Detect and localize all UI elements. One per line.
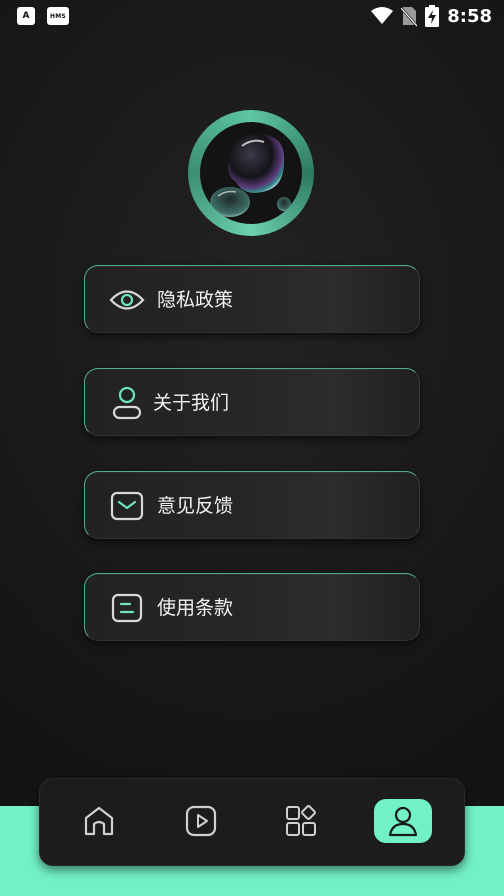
menu-item-terms[interactable]: 使用条款 — [84, 573, 420, 641]
apps-grid-icon — [286, 805, 316, 836]
eye-icon — [107, 280, 147, 320]
document-icon — [107, 588, 147, 628]
bottom-nav — [39, 778, 465, 866]
nav-home[interactable] — [70, 799, 128, 843]
status-bar: A HMS 8:58 — [0, 0, 504, 34]
wifi-icon — [371, 7, 394, 24]
menu-item-feedback[interactable]: 意见反馈 — [84, 471, 420, 539]
profile-icon — [388, 806, 418, 837]
menu-item-label: 隐私政策 — [157, 289, 234, 311]
app-a-icon: A — [17, 7, 35, 25]
no-sim-icon — [401, 7, 418, 27]
nav-apps[interactable] — [272, 799, 330, 843]
avatar[interactable] — [188, 110, 314, 236]
hms-icon: HMS — [47, 7, 69, 25]
nav-video[interactable] — [172, 799, 230, 843]
menu-item-label: 关于我们 — [153, 392, 230, 414]
profile-screen: A HMS 8:58 隐私政策 关于我们 意见反馈 使用条款 — [0, 0, 504, 896]
play-icon — [185, 805, 217, 837]
bubble-art-icon — [210, 134, 291, 217]
mail-icon — [107, 486, 147, 526]
status-indicators: 8:58 — [371, 5, 492, 27]
menu-item-label: 使用条款 — [157, 597, 234, 619]
person-icon — [107, 383, 147, 423]
menu-item-about[interactable]: 关于我们 — [84, 368, 420, 436]
menu-item-label: 意见反馈 — [157, 495, 234, 517]
status-app-icons: A HMS — [17, 7, 69, 25]
avatar-image — [200, 122, 302, 224]
menu-item-privacy[interactable]: 隐私政策 — [84, 265, 420, 333]
home-icon — [84, 806, 114, 836]
nav-profile[interactable] — [374, 799, 432, 843]
battery-charging-icon — [425, 5, 440, 27]
status-time: 8:58 — [447, 5, 492, 27]
